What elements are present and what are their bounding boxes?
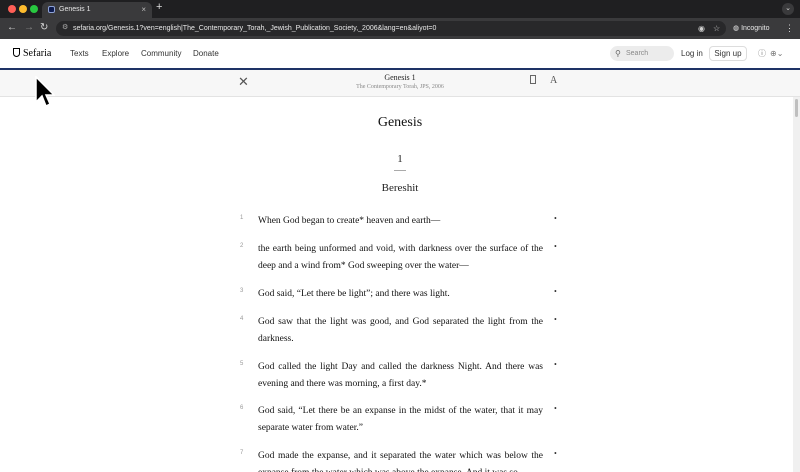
- page-scrollbar[interactable]: [793, 97, 800, 472]
- tab-title: Genesis 1: [59, 6, 91, 13]
- sefaria-favicon-icon: [48, 6, 55, 13]
- text-version[interactable]: The Contemporary Torah, JPS, 2006: [300, 83, 500, 91]
- search-icon: ⚲: [615, 49, 621, 58]
- sefaria-logo[interactable]: Sefaria: [13, 39, 51, 68]
- incognito-label: Incognito: [741, 25, 770, 32]
- eye-slash-icon[interactable]: ◉: [698, 21, 705, 36]
- verse-number: 6: [240, 405, 244, 411]
- login-link[interactable]: Log in: [681, 39, 703, 68]
- text-column: Genesis 1 Bereshit 1 When God began to c…: [0, 97, 793, 472]
- verse-marker[interactable]: •: [554, 315, 557, 324]
- nav-explore[interactable]: Explore: [102, 39, 129, 68]
- close-reader-icon[interactable]: ✕: [238, 73, 249, 91]
- reload-icon[interactable]: ↻: [40, 22, 48, 34]
- back-arrow-icon[interactable]: ←: [7, 22, 17, 34]
- help-icon[interactable]: ⓘ: [758, 39, 766, 68]
- site-info-icon[interactable]: ⚙: [62, 24, 70, 32]
- browser-tab[interactable]: Genesis 1 ×: [42, 2, 152, 18]
- verse-text: God called the light Day and called the …: [258, 362, 543, 389]
- zoom-window-button[interactable]: [30, 5, 38, 13]
- verse-marker[interactable]: •: [554, 360, 557, 369]
- text-reference[interactable]: Genesis 1: [300, 73, 500, 83]
- incognito-indicator[interactable]: ◍ Incognito: [733, 22, 769, 35]
- close-window-button[interactable]: [8, 5, 16, 13]
- new-tab-button[interactable]: +: [156, 1, 162, 13]
- signup-button[interactable]: Sign up: [709, 46, 747, 61]
- bookmark-icon[interactable]: [530, 75, 536, 84]
- browser-menu-icon[interactable]: ⋮: [785, 22, 794, 35]
- url-text: sefaria.org/Genesis.1?ven=english|The_Co…: [73, 25, 437, 32]
- nav-donate[interactable]: Donate: [193, 39, 219, 68]
- verse-text: God said, “Let there be light”; and ther…: [258, 289, 450, 299]
- nav-community[interactable]: Community: [141, 39, 181, 68]
- verse-number: 4: [240, 316, 244, 322]
- browser-toolbar: ← → ↻ ⚙ sefaria.org/Genesis.1?ven=englis…: [0, 18, 800, 39]
- verse-number: 7: [240, 450, 244, 456]
- forward-arrow-icon[interactable]: →: [24, 22, 34, 34]
- site-header: Sefaria Texts Explore Community Donate ⚲…: [0, 39, 800, 70]
- verse-text: God said, “Let there be an expanse in th…: [258, 406, 543, 433]
- browser-tab-bar: Genesis 1 × + ⌄: [0, 0, 800, 18]
- address-bar[interactable]: ⚙ sefaria.org/Genesis.1?ven=english|The_…: [56, 21, 726, 36]
- scrollbar-thumb[interactable]: [795, 99, 798, 117]
- search-placeholder: Search: [626, 50, 649, 57]
- incognito-icon: ◍: [733, 25, 742, 32]
- mouse-pointer-icon: [35, 76, 55, 108]
- verse-number: 5: [240, 361, 244, 367]
- verse-text: When God began to create* heaven and ear…: [258, 216, 441, 226]
- logo-text: Sefaria: [23, 48, 52, 59]
- verse-number: 2: [240, 243, 244, 249]
- language-globe-icon[interactable]: ⊕⌄: [770, 39, 783, 68]
- tab-search-icon[interactable]: ⌄: [782, 3, 794, 15]
- chapter-number: 1: [397, 153, 403, 165]
- display-settings-button[interactable]: A: [550, 73, 557, 89]
- verse-number: 1: [240, 215, 244, 221]
- minimize-window-button[interactable]: [19, 5, 27, 13]
- nav-texts[interactable]: Texts: [70, 39, 89, 68]
- book-title: Genesis: [377, 115, 423, 130]
- search-input[interactable]: ⚲ Search: [610, 46, 674, 61]
- chapter-divider: [394, 170, 406, 171]
- verse-text: the earth being unformed and void, with …: [258, 244, 543, 271]
- bookmark-star-icon[interactable]: ☆: [713, 21, 720, 36]
- verse-marker[interactable]: •: [554, 449, 557, 458]
- verse-number: 3: [240, 288, 244, 294]
- verse-text: God saw that the light was good, and God…: [258, 317, 543, 344]
- verse-marker[interactable]: •: [554, 214, 557, 223]
- sefaria-logo-icon: [13, 48, 20, 57]
- verse-text: God made the expanse, and it separated t…: [258, 451, 543, 472]
- parasha-title: Bereshit: [381, 182, 419, 194]
- tab-close-icon[interactable]: ×: [141, 2, 146, 18]
- verse-marker[interactable]: •: [554, 404, 557, 413]
- verse-marker[interactable]: •: [554, 287, 557, 296]
- reader-header: ✕ Genesis 1 The Contemporary Torah, JPS,…: [0, 70, 800, 97]
- verse-marker[interactable]: •: [554, 242, 557, 251]
